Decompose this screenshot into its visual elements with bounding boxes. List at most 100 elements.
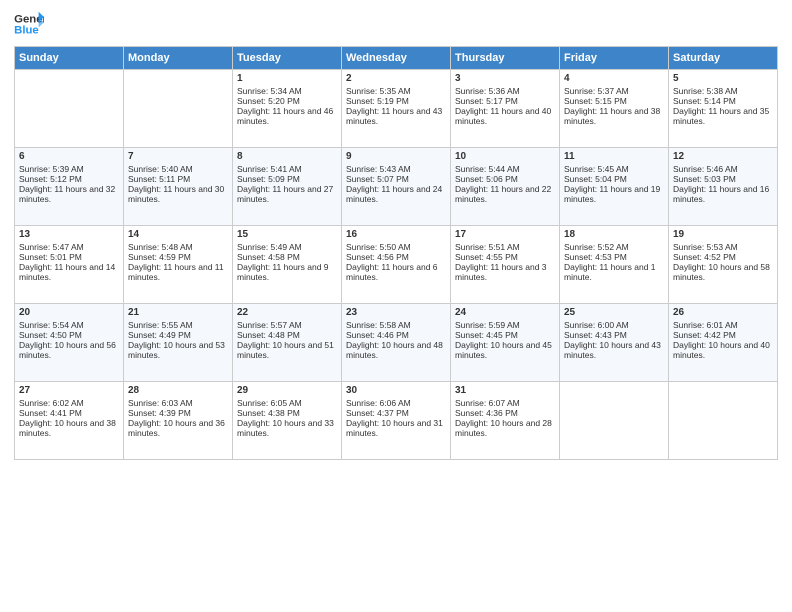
cell-info: Daylight: 11 hours and 1 minute.: [564, 262, 664, 282]
calendar-cell: 27Sunrise: 6:02 AMSunset: 4:41 PMDayligh…: [15, 382, 124, 460]
day-number: 19: [673, 229, 773, 240]
calendar-week-row: 20Sunrise: 5:54 AMSunset: 4:50 PMDayligh…: [15, 304, 778, 382]
calendar-cell: 4Sunrise: 5:37 AMSunset: 5:15 PMDaylight…: [560, 70, 669, 148]
day-number: 24: [455, 307, 555, 318]
logo-icon: General Blue: [14, 10, 44, 38]
cell-info: Sunrise: 6:03 AM: [128, 398, 228, 408]
calendar-week-row: 1Sunrise: 5:34 AMSunset: 5:20 PMDaylight…: [15, 70, 778, 148]
cell-info: Daylight: 10 hours and 43 minutes.: [564, 340, 664, 360]
calendar-cell: [124, 70, 233, 148]
cell-info: Sunrise: 6:07 AM: [455, 398, 555, 408]
cell-info: Sunset: 5:06 PM: [455, 174, 555, 184]
calendar-cell: 13 Sunrise: 5:47 AMSunset: 5:01 PMDayligh…: [15, 226, 124, 304]
cell-info: Sunrise: 5:49 AM: [237, 242, 337, 252]
cell-info: Daylight: 10 hours and 48 minutes.: [346, 340, 446, 360]
cell-info: Sunrise: 5:52 AM: [564, 242, 664, 252]
cell-info: Sunset: 5:17 PM: [455, 96, 555, 106]
column-header-tuesday: Tuesday: [233, 47, 342, 70]
calendar-cell: 2Sunrise: 5:35 AMSunset: 5:19 PMDaylight…: [342, 70, 451, 148]
cell-info: Sunset: 4:42 PM: [673, 330, 773, 340]
svg-text:Blue: Blue: [14, 25, 39, 37]
cell-info: Sunset: 4:49 PM: [128, 330, 228, 340]
calendar-cell: 12 Sunrise: 5:46 AMSunset: 5:03 PMDayligh…: [669, 148, 778, 226]
calendar-body: 1Sunrise: 5:34 AMSunset: 5:20 PMDaylight…: [15, 70, 778, 460]
day-number: 12: [673, 151, 773, 162]
calendar-cell: 5Sunrise: 5:38 AMSunset: 5:14 PMDaylight…: [669, 70, 778, 148]
cell-info: Sunset: 5:20 PM: [237, 96, 337, 106]
day-number: 7: [128, 151, 228, 162]
calendar-cell: 9Sunrise: 5:43 AMSunset: 5:07 PMDaylight…: [342, 148, 451, 226]
cell-info: Daylight: 11 hours and 27 minutes.: [237, 184, 337, 204]
calendar-cell: 20Sunrise: 5:54 AMSunset: 4:50 PMDayligh…: [15, 304, 124, 382]
cell-info: Sunset: 4:37 PM: [346, 408, 446, 418]
cell-info: Sunset: 5:11 PM: [128, 174, 228, 184]
cell-info: Daylight: 10 hours and 45 minutes.: [455, 340, 555, 360]
day-number: 23: [346, 307, 446, 318]
cell-info: Sunrise: 5:43 AM: [346, 164, 446, 174]
cell-info: Daylight: 11 hours and 35 minutes.: [673, 106, 773, 126]
cell-info: Sunrise: 5:54 AM: [19, 320, 119, 330]
day-number: 18: [564, 229, 664, 240]
calendar-header-row: SundayMondayTuesdayWednesdayThursdayFrid…: [15, 47, 778, 70]
cell-info: Daylight: 11 hours and 19 minutes.: [564, 184, 664, 204]
cell-info: Sunrise: 5:44 AM: [455, 164, 555, 174]
day-number: 2: [346, 73, 446, 84]
day-number: 9: [346, 151, 446, 162]
cell-info: Daylight: 11 hours and 32 minutes.: [19, 184, 119, 204]
day-number: 15: [237, 229, 337, 240]
calendar-page: General Blue SundayMondayTuesdayWednesda…: [0, 0, 792, 612]
day-number: 21: [128, 307, 228, 318]
day-number: 16: [346, 229, 446, 240]
cell-info: Daylight: 10 hours and 38 minutes.: [19, 418, 119, 438]
day-number: 13: [19, 229, 119, 240]
cell-info: Sunset: 4:36 PM: [455, 408, 555, 418]
cell-info: Daylight: 11 hours and 46 minutes.: [237, 106, 337, 126]
cell-info: Sunset: 5:14 PM: [673, 96, 773, 106]
cell-info: Sunset: 4:43 PM: [564, 330, 664, 340]
calendar-cell: 19Sunrise: 5:53 AMSunset: 4:52 PMDayligh…: [669, 226, 778, 304]
calendar-cell: 14Sunrise: 5:48 AMSunset: 4:59 PMDayligh…: [124, 226, 233, 304]
cell-info: Sunrise: 5:46 AM: [673, 164, 773, 174]
day-number: 30: [346, 385, 446, 396]
cell-info: Sunset: 4:56 PM: [346, 252, 446, 262]
cell-info: Daylight: 11 hours and 16 minutes.: [673, 184, 773, 204]
cell-info: Daylight: 10 hours and 36 minutes.: [128, 418, 228, 438]
cell-info: Daylight: 11 hours and 30 minutes.: [128, 184, 228, 204]
calendar-cell: 7 Sunrise: 5:40 AMSunset: 5:11 PMDaylight…: [124, 148, 233, 226]
column-header-saturday: Saturday: [669, 47, 778, 70]
cell-info: Sunrise: 5:51 AM: [455, 242, 555, 252]
cell-info: Sunset: 4:46 PM: [346, 330, 446, 340]
cell-info: Daylight: 10 hours and 51 minutes.: [237, 340, 337, 360]
calendar-cell: 8Sunrise: 5:41 AMSunset: 5:09 PMDaylight…: [233, 148, 342, 226]
column-header-wednesday: Wednesday: [342, 47, 451, 70]
logo: General Blue: [14, 10, 44, 38]
cell-info: Daylight: 11 hours and 11 minutes.: [128, 262, 228, 282]
cell-info: Daylight: 11 hours and 24 minutes.: [346, 184, 446, 204]
cell-info: Daylight: 10 hours and 33 minutes.: [237, 418, 337, 438]
cell-info: Sunrise: 5:36 AM: [455, 86, 555, 96]
cell-info: Sunrise: 5:59 AM: [455, 320, 555, 330]
cell-info: Sunset: 4:58 PM: [237, 252, 337, 262]
cell-info: Sunrise: 5:53 AM: [673, 242, 773, 252]
cell-info: Sunset: 5:01 PM: [19, 252, 119, 262]
calendar-cell: 23Sunrise: 5:58 AMSunset: 4:46 PMDayligh…: [342, 304, 451, 382]
cell-info: Daylight: 11 hours and 43 minutes.: [346, 106, 446, 126]
column-header-sunday: Sunday: [15, 47, 124, 70]
cell-info: Daylight: 10 hours and 31 minutes.: [346, 418, 446, 438]
day-number: 25: [564, 307, 664, 318]
cell-info: Daylight: 11 hours and 22 minutes.: [455, 184, 555, 204]
cell-info: Sunrise: 5:40 AM: [128, 164, 228, 174]
cell-info: Sunrise: 5:57 AM: [237, 320, 337, 330]
cell-info: Sunset: 4:53 PM: [564, 252, 664, 262]
cell-info: Daylight: 11 hours and 14 minutes.: [19, 262, 119, 282]
cell-info: Sunset: 4:45 PM: [455, 330, 555, 340]
cell-info: Sunset: 5:03 PM: [673, 174, 773, 184]
calendar-cell: 10Sunrise: 5:44 AMSunset: 5:06 PMDayligh…: [451, 148, 560, 226]
cell-info: Sunset: 4:39 PM: [128, 408, 228, 418]
day-number: 1: [237, 73, 337, 84]
header: General Blue: [14, 10, 778, 38]
cell-info: Sunrise: 5:47 AM: [19, 242, 119, 252]
calendar-cell: 24 Sunrise: 5:59 AMSunset: 4:45 PMDayligh…: [451, 304, 560, 382]
calendar-cell: 3Sunrise: 5:36 AMSunset: 5:17 PMDaylight…: [451, 70, 560, 148]
cell-info: Daylight: 10 hours and 53 minutes.: [128, 340, 228, 360]
